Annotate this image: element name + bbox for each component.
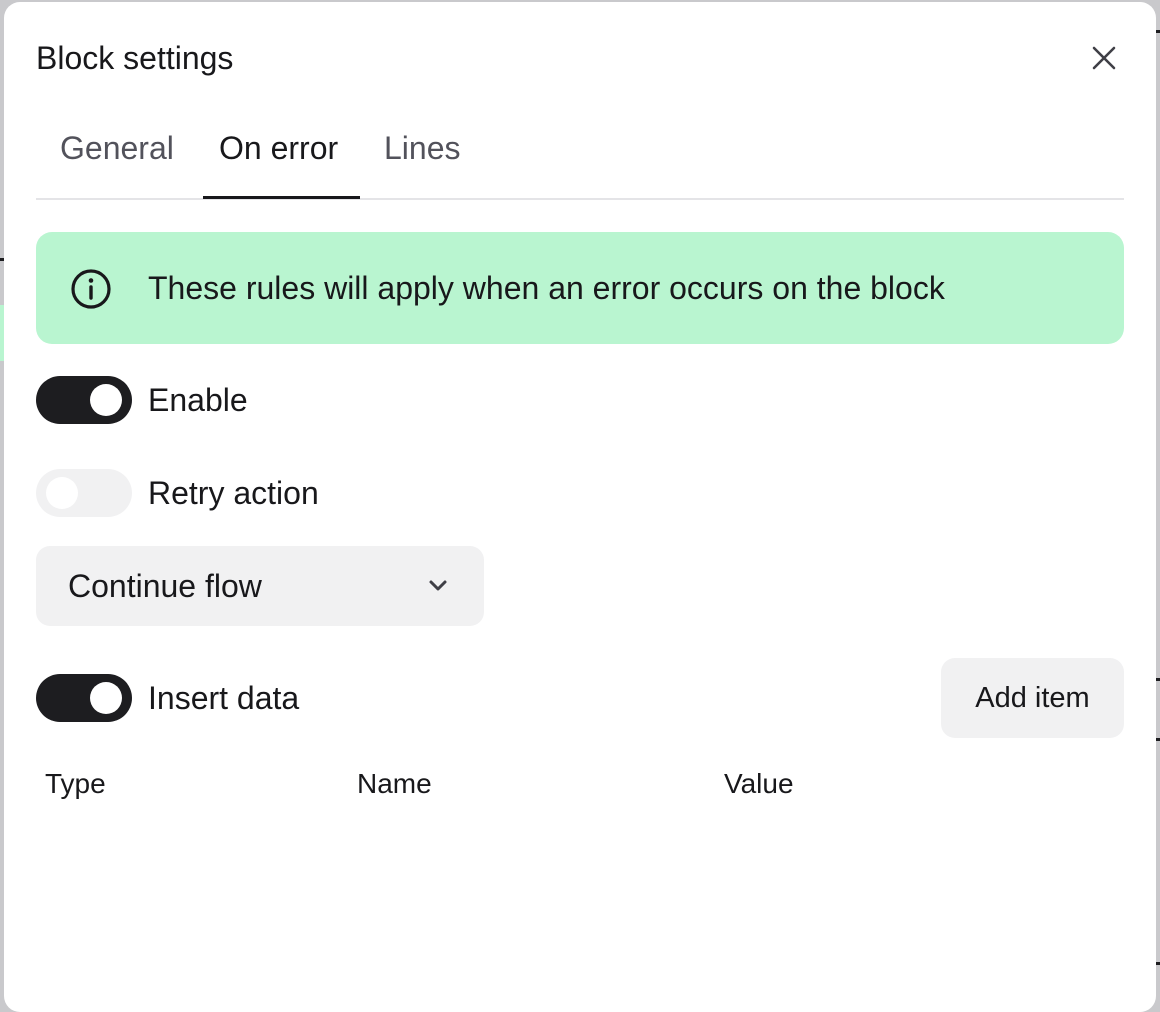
dialog-title: Block settings [36,40,234,76]
active-tab-indicator [203,196,360,199]
tab-lines[interactable]: Lines [384,128,461,200]
retry-action-label: Retry action [148,475,319,511]
retry-action-toggle[interactable] [36,469,132,517]
insert-data-label: Insert data [148,680,300,716]
backdrop-edge [1156,962,1160,965]
column-header-name: Name [357,768,432,799]
alert-message: These rules will apply when an error occ… [148,270,945,306]
backdrop-edge [1156,30,1160,33]
add-item-button[interactable]: Add item [941,658,1124,738]
enable-label: Enable [148,382,248,418]
backdrop-edge [1156,678,1160,681]
toggle-knob [90,384,122,416]
tab-on-error[interactable]: On error [219,128,338,200]
select-value: Continue flow [68,568,262,604]
close-button[interactable] [1084,38,1124,78]
column-header-value: Value [724,768,794,799]
tab-general[interactable]: General [60,128,174,200]
backdrop-edge [1156,738,1160,741]
column-header-type: Type [45,768,106,799]
toggle-knob [90,682,122,714]
info-icon [71,269,111,309]
toggle-knob [46,477,78,509]
enable-toggle[interactable] [36,376,132,424]
insert-data-toggle[interactable] [36,674,132,722]
close-icon [1092,46,1116,70]
chevron-down-icon [429,580,447,591]
block-settings-modal: Block settings General On error Lines Th… [4,2,1156,1012]
info-alert: These rules will apply when an error occ… [36,232,1124,344]
tab-bar: General On error Lines [36,112,1124,200]
on-error-action-select[interactable]: Continue flow [36,546,484,626]
